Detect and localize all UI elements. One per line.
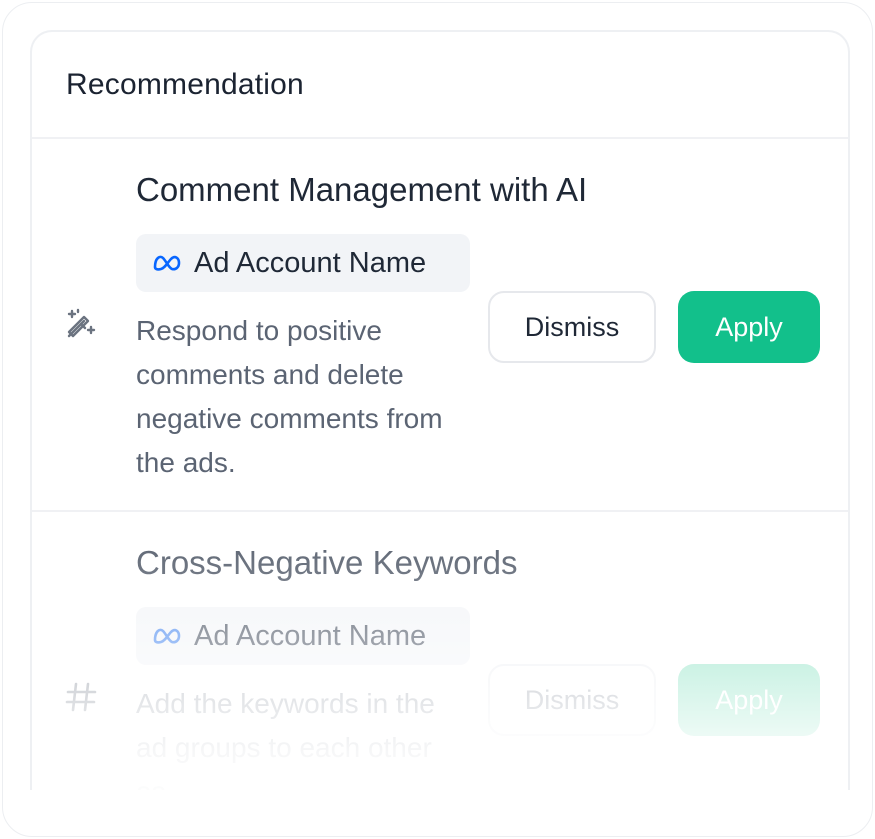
recommendation-item: Comment Management with AI Ad Account Na… <box>32 139 848 512</box>
hashtag-icon <box>64 680 98 714</box>
dismiss-button[interactable]: Dismiss <box>488 664 656 736</box>
recommendation-title: Comment Management with AI <box>136 171 588 208</box>
magic-wand-icon <box>64 307 98 341</box>
dismiss-button[interactable]: Dismiss <box>488 291 656 363</box>
recommendation-description: Respond to positive comments and delete … <box>136 315 443 478</box>
ad-account-name: Ad Account Name <box>194 619 427 652</box>
recommendation-panel-frame: Recommendation Comment Management with A… <box>2 2 873 837</box>
recommendation-title: Cross-Negative Keywords <box>136 544 518 581</box>
meta-logo-icon <box>152 625 182 647</box>
ad-account-chip: Ad Account Name <box>136 607 470 665</box>
apply-button[interactable]: Apply <box>678 664 820 736</box>
apply-button[interactable]: Apply <box>678 291 820 363</box>
recommendation-card: Recommendation Comment Management with A… <box>30 30 850 790</box>
card-header: Recommendation <box>32 32 848 139</box>
ad-account-name: Ad Account Name <box>194 246 427 279</box>
ad-account-chip: Ad Account Name <box>136 234 470 292</box>
recommendation-item: Cross-Negative Keywords Ad Account Name … <box>32 512 848 790</box>
recommendation-description: Add the keywords in the ad groups to eac… <box>136 688 435 790</box>
panel-title: Recommendation <box>66 67 304 101</box>
meta-logo-icon <box>152 252 182 274</box>
